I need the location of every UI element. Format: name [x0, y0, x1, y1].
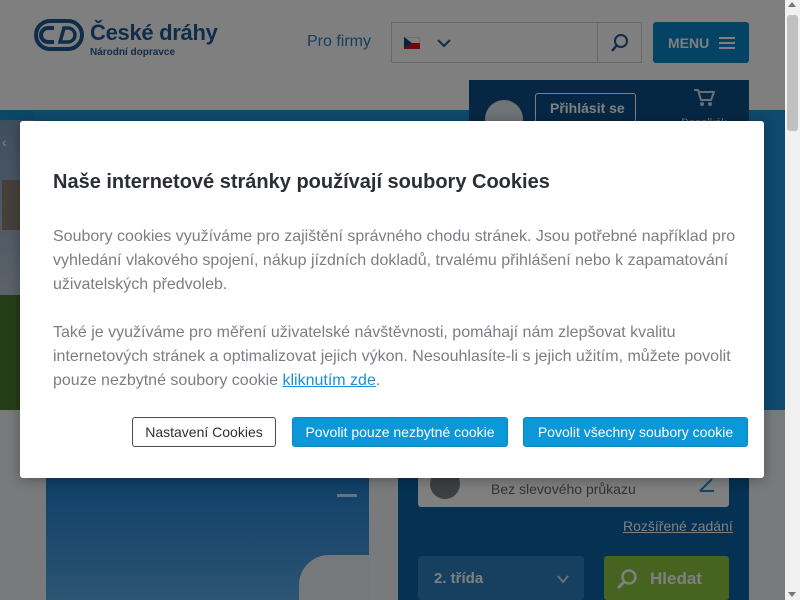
cookie-consent-dialog: Naše internetové stránky používají soubo…: [20, 121, 764, 478]
cookie-dialog-paragraph-2-end: .: [375, 372, 381, 389]
cookie-necessary-link[interactable]: kliknutím zde: [282, 372, 375, 389]
cookie-dialog-title: Naše internetové stránky používají soubo…: [53, 171, 550, 193]
cookie-dialog-paragraph-1: Soubory cookies využíváme pro zajištění …: [53, 228, 736, 293]
cookie-settings-button[interactable]: Nastavení Cookies: [132, 417, 276, 447]
scroll-down-icon[interactable]: [788, 592, 796, 597]
cookie-dialog-paragraph-2-text: Také je využíváme pro měření uživatelské…: [53, 324, 731, 389]
allow-necessary-cookies-button[interactable]: Povolit pouze nezbytné cookie: [292, 417, 508, 447]
cookie-dialog-paragraph-2: Také je využíváme pro měření uživatelské…: [53, 321, 743, 393]
scroll-thumb[interactable]: [787, 15, 798, 131]
page-scrollbar[interactable]: [785, 0, 800, 600]
scroll-up-icon[interactable]: [788, 2, 796, 7]
allow-all-cookies-button[interactable]: Povolit všechny soubory cookie: [523, 417, 748, 447]
